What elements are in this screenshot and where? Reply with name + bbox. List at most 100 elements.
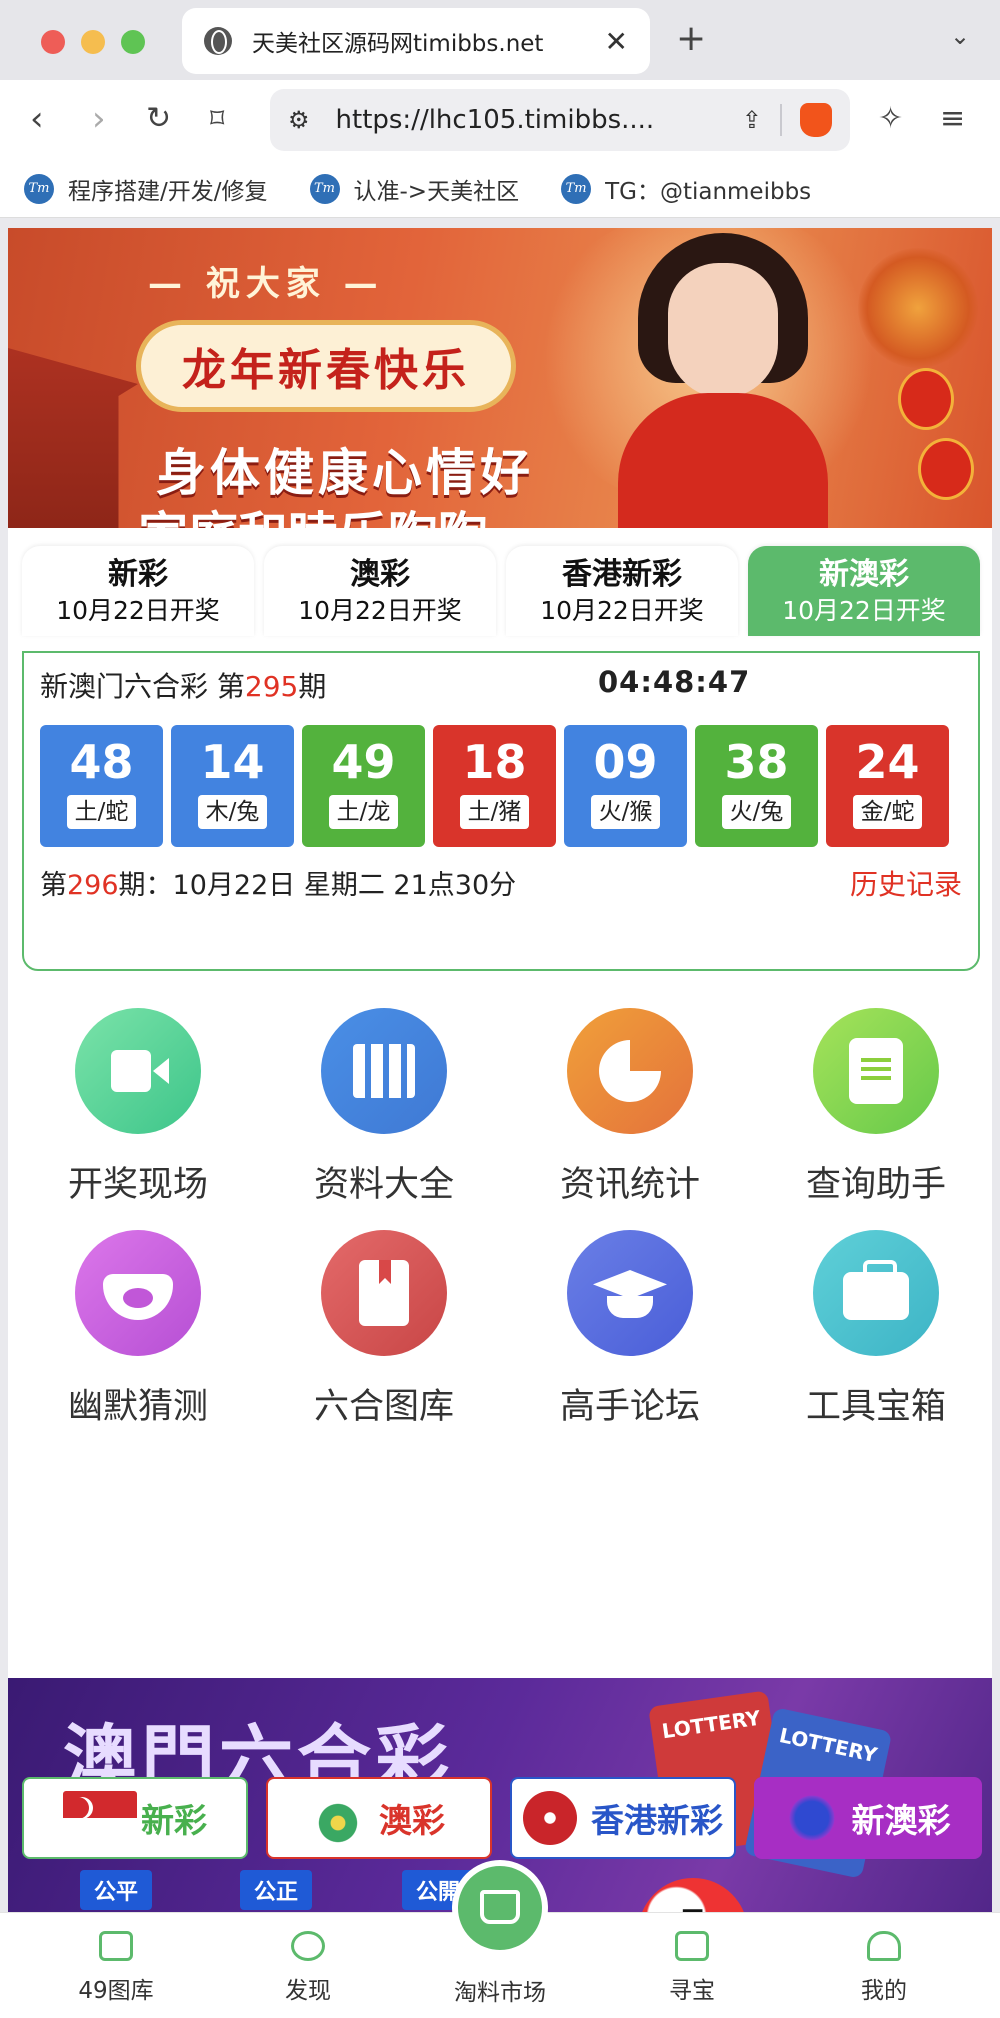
lantern-icon (918, 438, 974, 500)
ball-zodiac-tag: 土/龙 (328, 795, 399, 829)
nav-treasure-hunt[interactable]: 寻宝 (632, 1931, 752, 2005)
feature-label: 查询助手 (805, 1165, 946, 1205)
ball-zodiac-tag: 金/蛇 (852, 795, 923, 829)
nav-49-gallery[interactable]: 49图库 (56, 1931, 176, 2005)
tab-draw-date: 10月22日开奖 (56, 596, 220, 625)
new-tab-button[interactable]: + (676, 18, 706, 59)
user-icon (867, 1931, 901, 1961)
feature-image-gallery[interactable]: 六合图库 (284, 1230, 484, 1429)
pie-chart-icon (567, 1008, 693, 1134)
nav-label: 发现 (285, 1978, 331, 2004)
camera-glyph (111, 1050, 151, 1092)
history-link[interactable]: 历史记录 (850, 863, 962, 903)
pie-glyph (599, 1040, 661, 1102)
result-ball: 14 木/兔 (171, 725, 294, 847)
promo-badge: 公平 (80, 1870, 153, 1910)
back-arrow-icon[interactable]: ‹ (30, 94, 44, 144)
briefcase-glyph (843, 1260, 909, 1320)
region-button-xincai[interactable]: 新彩 (22, 1777, 248, 1859)
bookmarks-bar: Tm 程序搭建/开发/修复 Tm 认准->天美社区 Tm TG：@tianmei… (0, 160, 1000, 218)
nav-profile[interactable]: 我的 (824, 1931, 944, 2005)
feature-query-assistant[interactable]: 查询助手 (776, 1008, 976, 1207)
countdown-timer: 04:48:47 (598, 665, 751, 699)
feature-label: 资料大全 (313, 1165, 454, 1205)
new-year-banner[interactable]: — 祝大家 — 龙年新春快乐 身体健康心情好 家庭和睦乐陶陶 (8, 228, 992, 528)
address-bar[interactable]: ⚙ https://lhc105.timibbs.... ⇪ (270, 89, 850, 151)
briefcase-icon (813, 1230, 939, 1356)
timibbs-logo-icon: Tm (24, 173, 54, 204)
bookmark-item[interactable]: Tm 程序搭建/开发/修复 (24, 172, 268, 206)
share-icon[interactable]: ⇪ (742, 106, 762, 134)
feature-data-collection[interactable]: 资料大全 (284, 1008, 484, 1207)
book-icon (321, 1230, 447, 1356)
feature-expert-forum[interactable]: 高手论坛 (530, 1230, 730, 1429)
tab-xincai[interactable]: 新彩 10月22日开奖 (22, 546, 254, 636)
browser-toolbar: ‹ › ↻ ⌑ ⚙ https://lhc105.timibbs.... ⇪ ✧… (0, 80, 1000, 160)
region-button-aocai[interactable]: 澳彩 (266, 1777, 492, 1859)
tab-hongkong-xincai[interactable]: 香港新彩 10月22日开奖 (506, 546, 738, 636)
feature-label: 资讯统计 (559, 1165, 700, 1205)
region-label: 新彩 (141, 1801, 207, 1840)
sparkle-ai-icon[interactable]: ✧ (878, 94, 903, 144)
divider (780, 104, 782, 136)
ball-number: 18 (462, 735, 527, 789)
tab-title: 天美社区源码网timibbs.net (252, 31, 544, 57)
lottery-tabs: 新彩 10月22日开奖 澳彩 10月22日开奖 香港新彩 10月22日开奖 新澳… (22, 546, 980, 636)
feature-statistics[interactable]: 资讯统计 (530, 1008, 730, 1207)
site-settings-icon[interactable]: ⚙ (288, 106, 310, 134)
result-ball: 49 土/龙 (302, 725, 425, 847)
tab-name: 香港新彩 (562, 557, 682, 592)
bookmark-item[interactable]: Tm 认准->天美社区 (309, 172, 520, 206)
brave-shield-icon[interactable] (800, 103, 832, 137)
feature-label: 高手论坛 (559, 1387, 700, 1427)
globe-icon (204, 27, 232, 55)
macau-flag-icon (313, 1793, 363, 1843)
draw-title: 新澳门六合彩 第295期 (40, 665, 326, 705)
close-window-button[interactable] (41, 30, 65, 54)
book-glyph (359, 1260, 409, 1326)
tab-list-chevron-icon[interactable]: ⌄ (950, 22, 970, 50)
result-ball: 38 火/兔 (695, 725, 818, 847)
reload-icon[interactable]: ↻ (146, 94, 171, 144)
region-button-xinaocai[interactable]: 新澳彩 (754, 1777, 982, 1859)
nav-label: 寻宝 (669, 1978, 715, 2004)
bookmark-icon[interactable]: ⌑ (210, 94, 224, 144)
nav-market-button[interactable] (452, 1860, 548, 1956)
bookmark-item[interactable]: Tm TG：@tianmeibbs (561, 172, 811, 206)
bookmark-label: 认准->天美社区 (353, 178, 520, 205)
next-issue-number: 296 (67, 870, 119, 901)
tab-xinaocai[interactable]: 新澳彩 10月22日开奖 (748, 546, 980, 636)
url-text[interactable]: https://lhc105.timibbs.... (336, 105, 742, 135)
nav-discover[interactable]: 发现 (248, 1931, 368, 2005)
forward-arrow-icon[interactable]: › (92, 94, 106, 144)
feature-live-draw[interactable]: 开奖现场 (38, 1008, 238, 1207)
graduation-cap-icon (567, 1230, 693, 1356)
feature-toolbox[interactable]: 工具宝箱 (776, 1230, 976, 1429)
model-illustration (618, 233, 828, 528)
search-document-icon (813, 1008, 939, 1134)
face-glyph (103, 1274, 173, 1320)
tab-draw-date: 10月22日开奖 (298, 596, 462, 625)
nav-label: 49图库 (78, 1978, 154, 2004)
maximize-window-button[interactable] (121, 30, 145, 54)
region-label: 澳彩 (379, 1801, 445, 1840)
result-balls: 48 土/蛇 14 木/兔 49 土/龙 18 土/猪 09 火/猴 38 火/… (40, 725, 949, 847)
tab-name: 新澳彩 (819, 557, 909, 592)
ball-number: 09 (593, 735, 658, 789)
browser-tab[interactable]: 天美社区源码网timibbs.net ✕ (182, 8, 650, 74)
nav-label: 我的 (861, 1978, 907, 2004)
feature-humor-guess[interactable]: 幽默猜测 (38, 1230, 238, 1429)
menu-hamburger-icon[interactable]: ≡ (940, 94, 965, 144)
ball-number: 38 (724, 735, 789, 789)
nav-label: 淘料市场 (454, 1980, 546, 2006)
region-button-hongkong[interactable]: 香港新彩 (510, 1777, 736, 1859)
minimize-window-button[interactable] (81, 30, 105, 54)
banner-blessing-line: 家庭和睦乐陶陶 (138, 496, 488, 528)
draw-result-panel: 新澳门六合彩 第295期 04:48:47 48 土/蛇 14 木/兔 49 土… (22, 651, 980, 971)
region-label: 新澳彩 (851, 1801, 951, 1840)
close-tab-icon[interactable]: ✕ (605, 25, 628, 58)
tab-name: 新彩 (108, 557, 168, 592)
model-dress (618, 393, 828, 528)
draw-issue-number: 295 (244, 670, 299, 703)
tab-aocai[interactable]: 澳彩 10月22日开奖 (264, 546, 496, 636)
